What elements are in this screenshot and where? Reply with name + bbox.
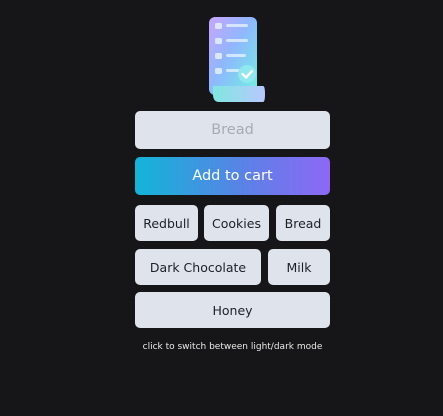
item-chip-redbull[interactable]: Redbull — [135, 205, 198, 241]
shopping-list-icon — [209, 17, 265, 102]
item-chip-honey[interactable]: Honey — [135, 292, 330, 328]
item-chip-dark-chocolate[interactable]: Dark Chocolate — [135, 249, 261, 285]
item-chip-cookies[interactable]: Cookies — [204, 205, 269, 241]
item-chip-bread[interactable]: Bread — [276, 205, 330, 241]
item-input[interactable] — [135, 111, 330, 149]
item-chip-milk[interactable]: Milk — [268, 249, 330, 285]
add-to-cart-button[interactable]: Add to cart — [135, 157, 330, 195]
theme-toggle-hint[interactable]: click to switch between light/dark mode — [135, 342, 330, 352]
